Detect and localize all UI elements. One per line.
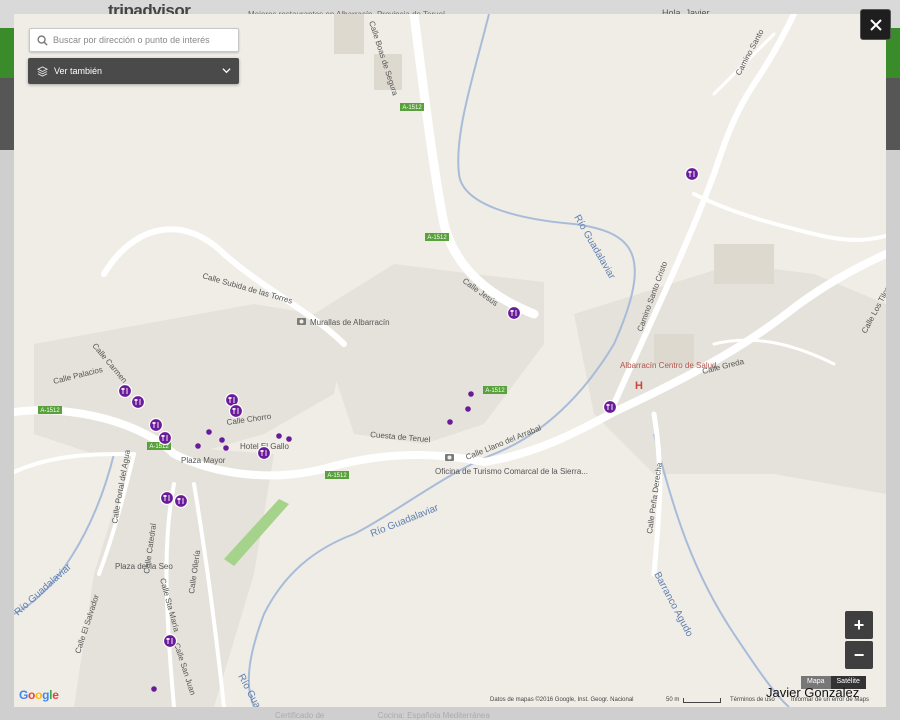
see-also-dropdown[interactable]: Ver también — [28, 58, 239, 84]
hospital-icon: H — [635, 380, 643, 392]
layers-icon — [37, 65, 48, 77]
restaurant-marker-icon[interactable] — [256, 445, 272, 461]
map-canvas[interactable]: A-1512 A-1512 A-1512 A-1512 A-1512 A-151… — [14, 14, 886, 707]
search-icon — [37, 34, 48, 46]
restaurant-marker-icon[interactable] — [157, 430, 173, 446]
search-box[interactable] — [29, 28, 239, 52]
restaurant-dot-marker[interactable] — [206, 429, 212, 435]
restaurant-dot-marker[interactable] — [465, 406, 471, 412]
zoom-out-button[interactable]: − — [845, 641, 873, 669]
poi-camera-murallas: Murallas de Albarracín — [297, 318, 390, 327]
photo-credit: Javier Gonzalez — [766, 685, 860, 700]
road-shield-label: A-1512 — [427, 235, 447, 241]
restaurant-marker-icon[interactable] — [173, 493, 189, 509]
poi-label: Murallas de Albarracín — [310, 318, 390, 327]
street-label: Plaza Mayor — [181, 456, 226, 465]
map-scale[interactable]: 50 m — [666, 697, 722, 703]
road-shield-label: A-1512 — [402, 105, 422, 111]
certificate-text: Certificado de — [275, 711, 325, 720]
close-button[interactable] — [861, 10, 890, 39]
cocina-tag[interactable]: Española — [407, 711, 440, 720]
restaurant-dot-marker[interactable] — [468, 391, 474, 397]
restaurant-marker-icon[interactable] — [159, 490, 175, 506]
google-logo: Google — [19, 688, 59, 702]
restaurant-dot-marker[interactable] — [151, 686, 157, 692]
road-shield-label: A-1512 — [40, 408, 60, 414]
road-shield-label: A-1512 — [327, 473, 347, 479]
restaurant-dot-marker[interactable] — [276, 433, 282, 439]
restaurant-dot-marker[interactable] — [223, 445, 229, 451]
restaurant-dot-marker[interactable] — [286, 436, 292, 442]
restaurant-marker-icon[interactable] — [162, 633, 178, 649]
restaurant-dot-marker[interactable] — [219, 437, 225, 443]
search-input[interactable] — [53, 35, 233, 45]
restaurant-dot-marker[interactable] — [447, 419, 453, 425]
road-shield-label: A-1512 — [485, 388, 505, 394]
restaurant-marker-icon[interactable] — [602, 399, 618, 415]
scale-label: 50 m — [666, 697, 680, 703]
street-label: Plaza del la Seo — [115, 562, 173, 571]
page-footer-snippet: Certificado de Cocina: Española Mediterr… — [275, 711, 490, 720]
cocina-tag[interactable]: Mediterránea — [443, 711, 490, 720]
zoom-in-button[interactable]: + — [845, 611, 873, 639]
chevron-down-icon — [222, 68, 231, 74]
restaurant-marker-icon[interactable] — [148, 417, 164, 433]
restaurant-marker-icon[interactable] — [117, 383, 133, 399]
map-attribution: Datos de mapas ©2016 Google, Inst. Geogr… — [490, 697, 634, 703]
restaurant-marker-icon[interactable] — [684, 166, 700, 182]
close-icon — [869, 18, 882, 31]
restaurant-marker-icon[interactable] — [130, 394, 146, 410]
restaurant-marker-icon[interactable] — [506, 305, 522, 321]
scale-bar — [683, 697, 722, 703]
restaurant-marker-icon[interactable] — [228, 403, 244, 419]
see-also-label: Ver también — [54, 66, 103, 76]
poi-label: Albarracín Centro de Salud — [620, 361, 717, 370]
zoom-controls: + − — [845, 611, 873, 669]
map-modal: A-1512 A-1512 A-1512 A-1512 A-1512 A-151… — [14, 14, 886, 707]
restaurant-dot-marker[interactable] — [195, 443, 201, 449]
cocina-label: Cocina: — [377, 711, 405, 720]
poi-label: Oficina de Turismo Comarcal de la Sierra… — [435, 467, 588, 476]
